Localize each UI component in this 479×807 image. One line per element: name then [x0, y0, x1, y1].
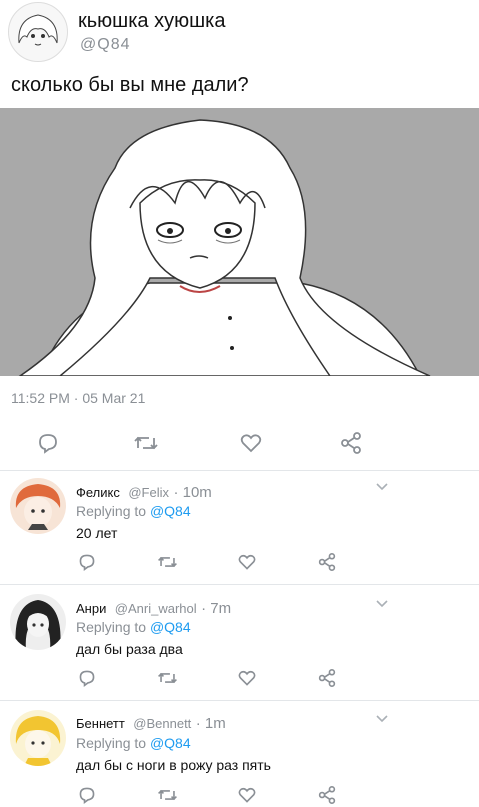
share-icon[interactable]: [318, 669, 336, 687]
reply-text: 20 лет: [76, 525, 118, 541]
reply-header: Анри @Anri_warhol · 7m: [76, 600, 231, 618]
like-icon[interactable]: [240, 432, 262, 454]
retweet-icon[interactable]: [157, 669, 178, 687]
reply-author-handle[interactable]: @Bennett: [133, 716, 191, 731]
retweet-icon[interactable]: [157, 553, 178, 571]
reply-header: Феликс @Felix · 10m: [76, 484, 212, 502]
author-handle[interactable]: @Q84: [80, 36, 130, 54]
like-icon[interactable]: [238, 786, 256, 804]
replying-to-handle[interactable]: @Q84: [150, 619, 191, 635]
tweet-timestamp: 11:52 PM · 05 Mar 21: [11, 390, 146, 406]
share-icon[interactable]: [318, 786, 336, 804]
reply-text: дал бы с ноги в рожу раз пять: [76, 757, 271, 773]
like-icon[interactable]: [238, 553, 256, 571]
reply-header: Беннетт @Bennett · 1m: [76, 715, 226, 733]
reply-icon[interactable]: [78, 553, 96, 571]
like-icon[interactable]: [238, 669, 256, 687]
reply-avatar[interactable]: [10, 478, 66, 534]
share-icon[interactable]: [318, 553, 336, 571]
reply-author-handle[interactable]: @Anri_warhol: [115, 601, 197, 616]
tweet-image[interactable]: [0, 108, 479, 376]
reply-icon[interactable]: [78, 786, 96, 804]
reply-time: · 1m: [195, 715, 226, 732]
tweet-text: сколько бы вы мне дали?: [11, 74, 249, 96]
replying-to-handle[interactable]: @Q84: [150, 503, 191, 519]
chevron-down-icon[interactable]: [376, 482, 388, 492]
replying-to: Replying to @Q84: [76, 735, 191, 751]
reply-author-name[interactable]: Феликс: [76, 485, 120, 500]
reply-avatar[interactable]: [10, 594, 66, 650]
retweet-icon[interactable]: [133, 432, 159, 454]
replying-to-label: Replying to: [76, 619, 147, 635]
reply-time: · 7m: [201, 600, 232, 617]
replying-to-label: Replying to: [76, 735, 147, 751]
reply-author-name[interactable]: Анри: [76, 601, 106, 616]
reply-avatar[interactable]: [10, 710, 66, 766]
divider: [0, 470, 479, 471]
reply-author-handle[interactable]: @Felix: [128, 485, 169, 500]
chevron-down-icon[interactable]: [376, 714, 388, 724]
divider: [0, 700, 479, 701]
author-name[interactable]: кьюшка хуюшка: [78, 10, 225, 33]
chevron-down-icon[interactable]: [376, 599, 388, 609]
replying-to-label: Replying to: [76, 503, 147, 519]
replying-to: Replying to @Q84: [76, 503, 191, 519]
divider: [0, 584, 479, 585]
reply-author-name[interactable]: Беннетт: [76, 716, 125, 731]
reply-icon[interactable]: [37, 432, 59, 454]
replying-to: Replying to @Q84: [76, 619, 191, 635]
author-avatar[interactable]: [8, 2, 68, 62]
reply-time: · 10m: [173, 484, 212, 501]
share-icon[interactable]: [340, 432, 362, 454]
reply-icon[interactable]: [78, 669, 96, 687]
reply-text: дал бы раза два: [76, 641, 183, 657]
retweet-icon[interactable]: [157, 786, 178, 804]
replying-to-handle[interactable]: @Q84: [150, 735, 191, 751]
